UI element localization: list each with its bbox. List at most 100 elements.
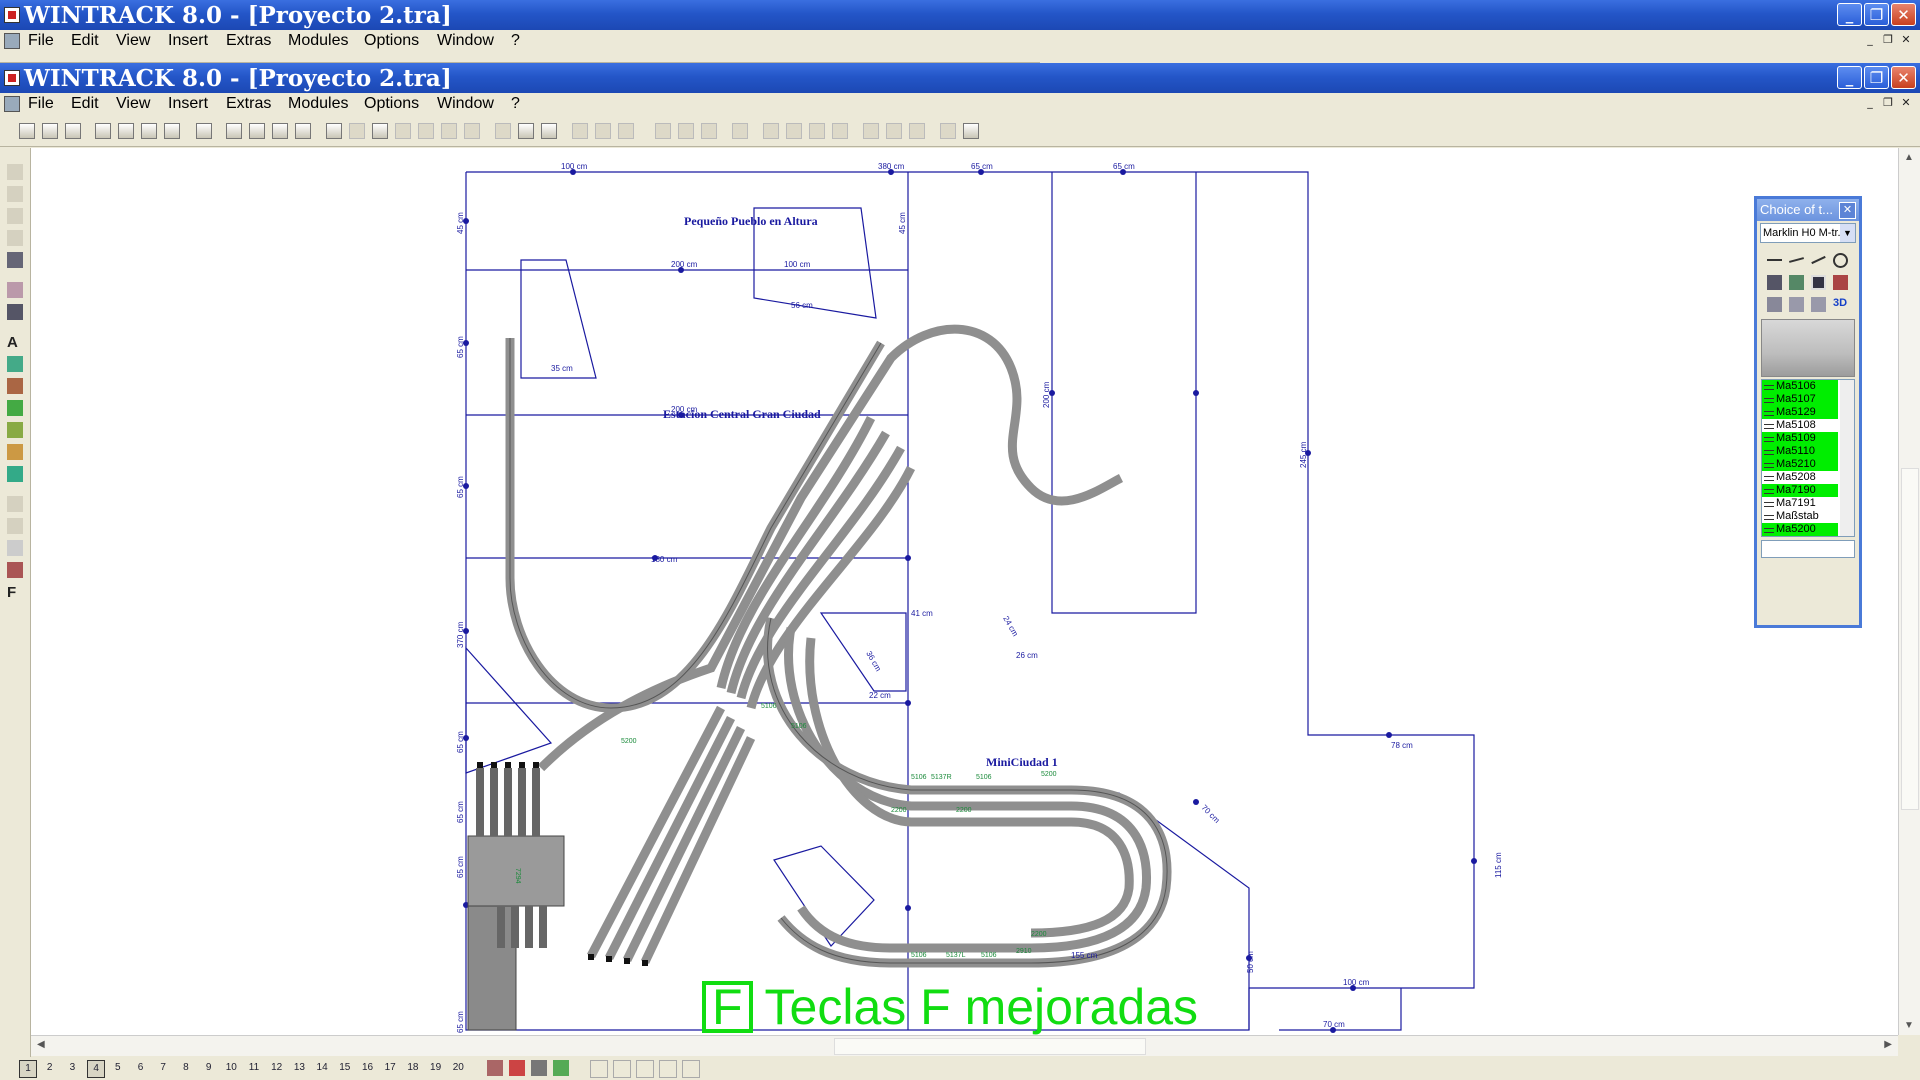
track-article-item[interactable]: Ma7191 [1762, 497, 1838, 510]
view-mode-button[interactable] [590, 1060, 608, 1078]
layer-visible-icon[interactable] [509, 1060, 525, 1076]
flex-track-icon[interactable] [495, 123, 511, 139]
track-end-icon[interactable] [809, 123, 825, 139]
terrain-icon[interactable] [7, 422, 23, 438]
image-icon[interactable] [7, 466, 23, 482]
layer-button[interactable]: 15 [337, 1060, 353, 1076]
outer-mdi-minimize[interactable]: _ [1863, 33, 1877, 47]
outer-menu-insert[interactable]: Insert [168, 32, 208, 50]
signal-icon[interactable] [1767, 275, 1782, 290]
outer-menu-modules[interactable]: Modules [288, 32, 348, 50]
switch-icon[interactable] [7, 252, 23, 268]
height-icon[interactable] [763, 123, 779, 139]
zoom-fit-icon[interactable] [295, 123, 311, 139]
layer-button[interactable]: 10 [223, 1060, 239, 1076]
menu-view[interactable]: View [116, 95, 150, 113]
outer-menu-extras[interactable]: Extras [226, 32, 271, 50]
horizontal-scroll-thumb[interactable] [834, 1038, 1146, 1055]
layer-button[interactable]: 12 [269, 1060, 285, 1076]
print-icon[interactable] [118, 123, 134, 139]
outer-restore-button[interactable]: ❐ [1864, 3, 1889, 26]
track-article-item[interactable]: Ma5200 [1762, 523, 1838, 536]
track-article-item[interactable]: Ma7190 [1762, 484, 1838, 497]
bridge-icon[interactable] [1767, 297, 1782, 312]
layer-button[interactable]: 14 [314, 1060, 330, 1076]
list-scrollbar[interactable] [1840, 380, 1854, 536]
menu-modules[interactable]: Modules [288, 95, 348, 113]
view-mode-button[interactable] [613, 1060, 631, 1078]
paste-icon[interactable] [464, 123, 480, 139]
outer-mdi-close[interactable]: ✕ [1899, 33, 1913, 47]
layer-button[interactable]: 6 [133, 1060, 149, 1076]
track-article-item[interactable]: Ma5108 [1762, 419, 1838, 432]
article-search-input[interactable] [1761, 540, 1855, 558]
layer-button[interactable]: 8 [178, 1060, 194, 1076]
bridge-icon[interactable] [7, 282, 23, 298]
view-mode-button[interactable] [682, 1060, 700, 1078]
vertical-scrollbar[interactable]: ▲ ▼ [1898, 148, 1920, 1035]
zoom-window-icon[interactable] [272, 123, 288, 139]
mirror-icon[interactable] [701, 123, 717, 139]
layer-edit-icon[interactable] [531, 1060, 547, 1076]
zoom-in-icon[interactable] [249, 123, 265, 139]
landscape-icon[interactable] [7, 444, 23, 460]
connect-icon[interactable] [732, 123, 748, 139]
ramp-down-icon[interactable] [1811, 297, 1826, 312]
app-icon[interactable] [4, 7, 20, 23]
tree-icon[interactable] [7, 400, 23, 416]
palette-close-button[interactable]: ✕ [1839, 202, 1856, 219]
restore-button[interactable]: ❐ [1864, 66, 1889, 89]
minimize-button[interactable]: _ [1837, 66, 1862, 89]
track-system-select[interactable]: Marklin H0 M-tr... ▼ [1760, 223, 1856, 243]
height-up-icon[interactable] [7, 496, 23, 512]
platform-icon[interactable] [7, 304, 23, 320]
mdi-minimize[interactable]: _ [1863, 96, 1877, 110]
menu-extras[interactable]: Extras [226, 95, 271, 113]
track-article-item[interactable]: Ma5109 [1762, 432, 1838, 445]
undo-icon[interactable] [326, 123, 342, 139]
outer-menu-options[interactable]: Options [364, 32, 419, 50]
layer-button[interactable]: 20 [450, 1060, 466, 1076]
layer-button[interactable]: 2 [42, 1060, 58, 1076]
rotate-icon[interactable] [678, 123, 694, 139]
grid-icon[interactable] [395, 123, 411, 139]
scroll-left-icon[interactable]: ◀ [37, 1039, 45, 1050]
settings-icon[interactable] [940, 123, 956, 139]
open-folder-icon[interactable] [42, 123, 58, 139]
layer-button[interactable]: 1 [19, 1060, 37, 1078]
outer-menu-view[interactable]: View [116, 32, 150, 50]
line-icon[interactable] [518, 123, 534, 139]
signal-icon[interactable] [7, 356, 23, 372]
redo-icon[interactable] [349, 123, 365, 139]
layer-button[interactable]: 17 [382, 1060, 398, 1076]
track-article-item[interactable]: Ma5201 [1762, 536, 1838, 537]
house-icon[interactable] [7, 378, 23, 394]
layer-button[interactable]: 3 [64, 1060, 80, 1076]
copy-icon[interactable] [441, 123, 457, 139]
layer-button[interactable]: 4 [87, 1060, 106, 1078]
turntable-icon[interactable] [1833, 253, 1848, 268]
layout-canvas[interactable]: Pequeño Pueblo en Altura Estacion Central… [31, 148, 1898, 1035]
zoom-out-icon[interactable] [226, 123, 242, 139]
menu-window[interactable]: Window [437, 95, 494, 113]
track-article-item[interactable]: Maßstab [1762, 510, 1838, 523]
track-article-item[interactable]: Ma5107 [1762, 393, 1838, 406]
layer-button[interactable]: 5 [110, 1060, 126, 1076]
app-icon[interactable] [4, 70, 20, 86]
view-mode-button[interactable] [636, 1060, 654, 1078]
track-article-list[interactable]: Ma5106 Ma5107 Ma5129 Ma5108 Ma5109 Ma5110 Ma52… [1761, 379, 1855, 537]
mdi-restore[interactable]: ❐ [1881, 96, 1895, 110]
new-file-icon[interactable] [19, 123, 35, 139]
outer-menu-help[interactable]: ? [511, 32, 520, 50]
track-article-item[interactable]: Ma5129 [1762, 406, 1838, 419]
layer-button[interactable]: 9 [201, 1060, 217, 1076]
chevron-down-icon[interactable]: ▼ [1840, 224, 1855, 242]
curved-track-icon[interactable] [1788, 257, 1805, 263]
document-icon[interactable] [4, 96, 20, 112]
align-icon[interactable] [572, 123, 588, 139]
mdi-close[interactable]: ✕ [1899, 96, 1913, 110]
document-icon[interactable] [4, 33, 20, 49]
track-article-item[interactable]: Ma5210 [1762, 458, 1838, 471]
page-icon[interactable] [164, 123, 180, 139]
close-button[interactable]: ✕ [1891, 66, 1916, 89]
